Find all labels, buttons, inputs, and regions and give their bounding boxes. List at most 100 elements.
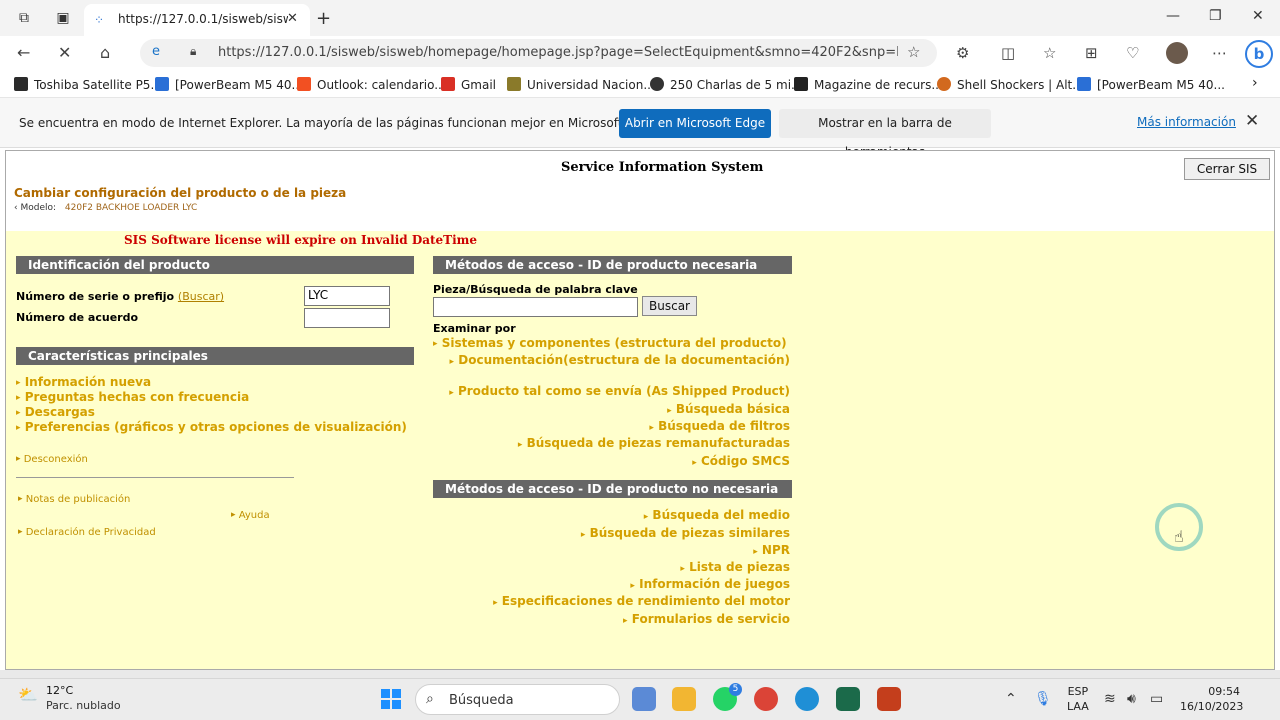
clock[interactable]: 09:54 16/10/2023	[1180, 684, 1243, 714]
favorite-star-icon[interactable]: ☆	[907, 43, 920, 61]
chevron-up-icon[interactable]: ⌃	[1005, 691, 1017, 707]
edge-icon[interactable]	[795, 687, 819, 711]
app-icon[interactable]	[836, 687, 860, 711]
search-icon: ⌕	[426, 691, 434, 707]
divider	[16, 477, 294, 478]
help-link[interactable]: ▸ Ayuda	[231, 510, 270, 521]
link-smcs-code[interactable]: ▸ Código SMCS	[692, 454, 790, 468]
close-sis-button[interactable]: Cerrar SIS	[1184, 158, 1270, 180]
link-reman-search[interactable]: ▸ Búsqueda de piezas remanufacturadas	[518, 436, 790, 450]
main-features-header: Características principales	[16, 347, 414, 365]
lock-icon[interactable]: 🔒︎	[190, 44, 196, 59]
copilot-icon[interactable]: b	[1245, 40, 1273, 68]
link-systems-components[interactable]: ▸ Sistemas y componentes (estructura del…	[433, 336, 787, 350]
restore-icon[interactable]: ❐	[1209, 8, 1222, 24]
stop-loading-icon[interactable]: ✕	[58, 43, 71, 62]
favorites-bar: Toshiba Satellite P5... [PowerBeam M5 40…	[0, 70, 1280, 98]
link-media-search[interactable]: ▸ Búsqueda del medio	[644, 508, 790, 522]
volume-icon[interactable]: 🔊︎	[1127, 691, 1136, 707]
model-value: 420F2 BACKHOE LOADER LYC	[64, 203, 198, 213]
favorite-item[interactable]: Shell Shockers | Alt...	[937, 77, 1084, 92]
favorite-item[interactable]: Toshiba Satellite P5...	[14, 77, 162, 92]
tab-actions-icon[interactable]: ▣	[55, 10, 71, 26]
favorite-item[interactable]: [PowerBeam M5 40...	[1077, 77, 1225, 92]
link-as-shipped[interactable]: ▸ Producto tal como se envía (As Shipped…	[449, 384, 790, 398]
change-config-link[interactable]: Cambiar configuración del producto o de …	[14, 186, 346, 200]
chrome-icon[interactable]	[754, 687, 778, 711]
ie-mode-icon[interactable]: e	[152, 44, 160, 59]
browser-essentials-icon[interactable]: ♡	[1126, 44, 1139, 62]
collections-icon[interactable]: ⊞	[1085, 44, 1098, 62]
url-text[interactable]: https://127.0.0.1/sisweb/sisweb/homepage…	[218, 45, 898, 60]
access-not-required-header: Métodos de acceso - ID de producto no ne…	[433, 480, 792, 498]
favorite-item[interactable]: Outlook: calendario...	[297, 77, 446, 92]
link-downloads[interactable]: ▸ Descargas	[16, 405, 95, 419]
link-npr[interactable]: ▸ NPR	[753, 543, 790, 557]
weather-icon[interactable]: ⛅	[18, 685, 38, 704]
store-icon[interactable]	[632, 687, 656, 711]
back-chevron-icon[interactable]: ‹	[14, 203, 18, 213]
language-indicator[interactable]: ESP LAA	[1067, 684, 1089, 714]
browser-tab[interactable]: ⁘ https://127.0.0.1/sisweb/sisweb/l ✕	[84, 4, 310, 36]
battery-icon[interactable]: ▭	[1150, 691, 1163, 707]
link-new-info[interactable]: ▸ Información nueva	[16, 375, 151, 389]
wifi-icon[interactable]: ≋	[1104, 691, 1116, 707]
privacy-link[interactable]: ▸ Declaración de Privacidad	[18, 527, 156, 538]
favorite-item[interactable]: Gmail	[441, 77, 496, 92]
new-tab-icon[interactable]: +	[316, 8, 331, 29]
open-in-edge-button[interactable]: Abrir en Microsoft Edge	[619, 109, 771, 138]
link-preferences[interactable]: ▸ Preferencias (gráficos y otras opcione…	[16, 420, 407, 434]
more-info-link[interactable]: Más información	[1137, 115, 1236, 129]
link-documentation[interactable]: ▸ Documentación(estructura de la documen…	[450, 353, 790, 367]
show-in-toolbar-button[interactable]: Mostrar en la barra de herramientas	[779, 109, 991, 159]
link-parts-list[interactable]: ▸ Lista de piezas	[680, 560, 790, 574]
home-icon[interactable]: ⌂	[100, 43, 110, 62]
keyword-label: Pieza/Búsqueda de palabra clave	[433, 283, 638, 296]
product-id-header: Identificación del producto	[16, 256, 414, 274]
agreement-input[interactable]	[304, 308, 390, 328]
link-engine-specs[interactable]: ▸ Especificaciones de rendimiento del mo…	[493, 594, 790, 608]
tab-bar: ⧉ ▣ ⁘ https://127.0.0.1/sisweb/sisweb/l …	[0, 0, 1280, 36]
profile-avatar[interactable]	[1166, 42, 1188, 64]
chevron-right-icon[interactable]: ›	[1252, 75, 1258, 91]
link-similar-parts[interactable]: ▸ Búsqueda de piezas similares	[581, 526, 790, 540]
more-menu-icon[interactable]: ⋯	[1212, 44, 1227, 62]
favorite-item[interactable]: [PowerBeam M5 40...	[155, 77, 303, 92]
serial-input[interactable]: LYC	[304, 286, 390, 306]
access-required-header: Métodos de acceso - ID de producto neces…	[433, 256, 792, 274]
content-area: SIS Software license will expire on Inva…	[6, 231, 1274, 669]
extensions-icon[interactable]: ⚙	[956, 44, 969, 62]
buscar-serial-link[interactable]: (Buscar)	[178, 290, 224, 303]
link-kits-info[interactable]: ▸ Información de juegos	[630, 577, 790, 591]
link-service-forms[interactable]: ▸ Formularios de servicio	[623, 612, 790, 626]
microphone-icon[interactable]: 🎙︎	[1034, 691, 1052, 707]
file-explorer-icon[interactable]	[672, 687, 696, 711]
favorites-icon[interactable]: ☆	[1043, 44, 1056, 62]
close-tab-icon[interactable]: ✕	[287, 11, 298, 26]
window-bottom-edge	[0, 670, 1280, 678]
link-faq[interactable]: ▸ Preguntas hechas con frecuencia	[16, 390, 249, 404]
logout-link[interactable]: ▸ Desconexión	[16, 454, 88, 465]
favorite-item[interactable]: Universidad Nacion...	[507, 77, 655, 92]
link-basic-search[interactable]: ▸ Búsqueda básica	[667, 402, 790, 416]
close-infobar-icon[interactable]: ✕	[1245, 111, 1259, 131]
weather-temp[interactable]: 12°C	[46, 684, 73, 697]
minimize-icon[interactable]: —	[1166, 8, 1180, 24]
back-icon[interactable]: ←	[17, 43, 30, 62]
favorite-item[interactable]: Magazine de recurs...	[794, 77, 943, 92]
close-window-icon[interactable]: ✕	[1252, 8, 1264, 24]
release-notes-link[interactable]: ▸ Notas de publicación	[18, 494, 130, 505]
start-button[interactable]	[381, 689, 401, 709]
loading-icon: ⁘	[94, 13, 105, 27]
taskbar-search[interactable]: ⌕ Búsqueda	[415, 684, 620, 715]
serial-label: Número de serie o prefijo (Buscar)	[16, 290, 225, 303]
split-screen-icon[interactable]: ◫	[1001, 44, 1015, 62]
keyword-search-input[interactable]	[433, 297, 638, 317]
weather-condition[interactable]: Parc. nublado	[46, 699, 121, 712]
favorite-item[interactable]: 250 Charlas de 5 mi...	[650, 77, 802, 92]
link-filter-search[interactable]: ▸ Búsqueda de filtros	[649, 419, 790, 433]
search-button[interactable]: Buscar	[642, 296, 697, 316]
powerpoint-icon[interactable]	[877, 687, 901, 711]
workspaces-icon[interactable]: ⧉	[16, 10, 32, 26]
address-bar[interactable]: e 🔒︎ https://127.0.0.1/sisweb/sisweb/hom…	[140, 39, 937, 67]
